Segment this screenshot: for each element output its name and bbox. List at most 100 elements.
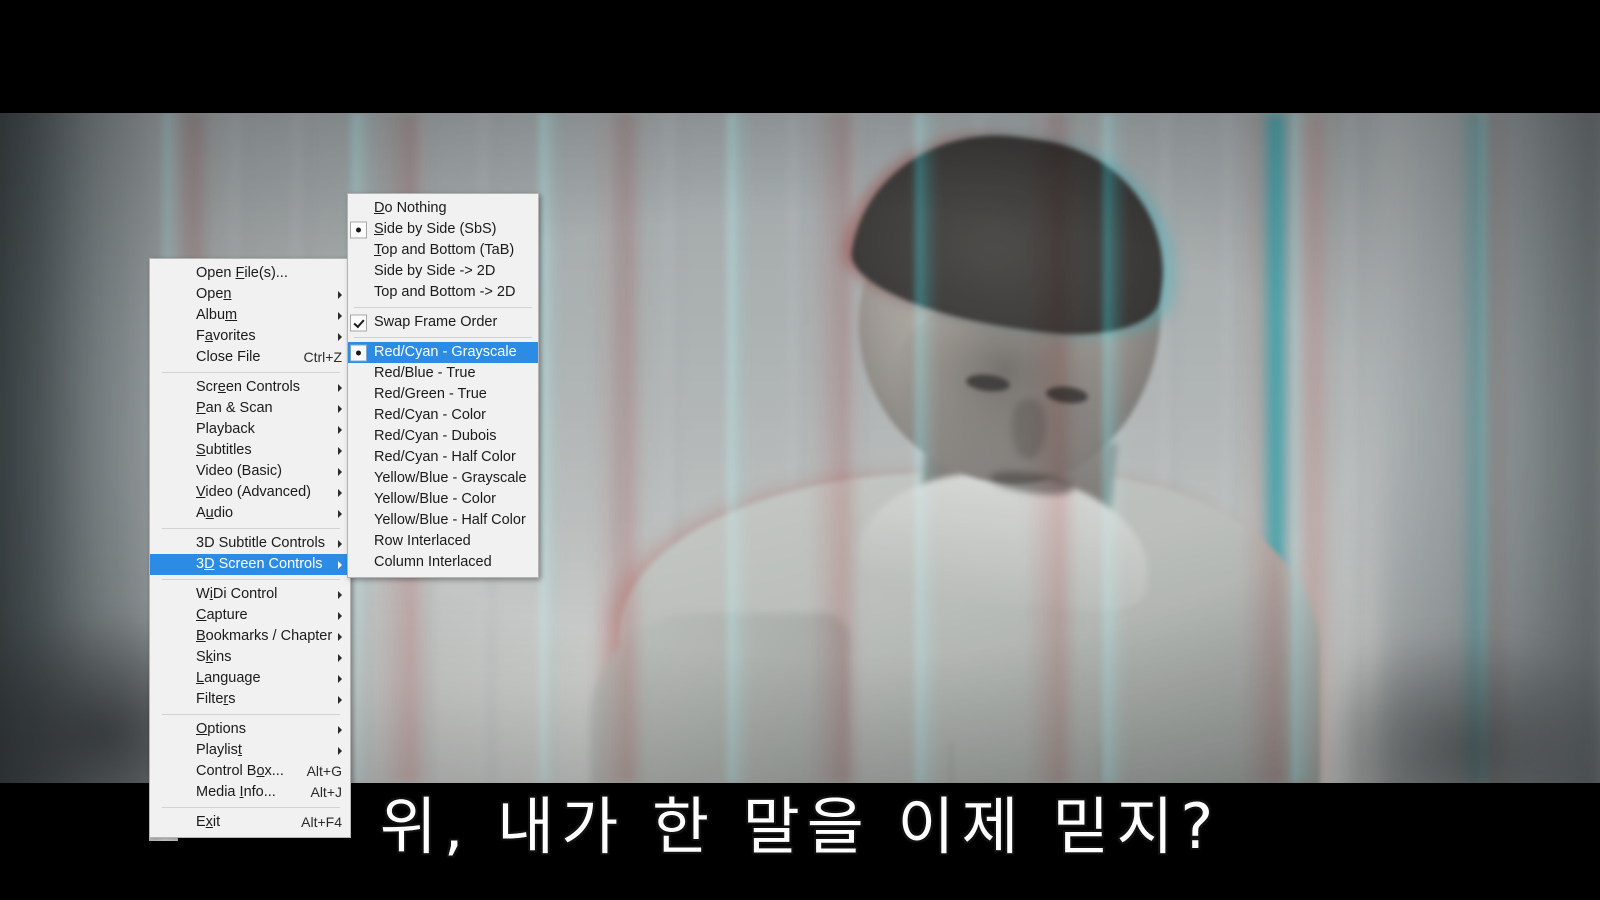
menu-item-label: Options (196, 721, 246, 737)
menu-item-label: Audio (196, 505, 234, 521)
menu-item-side-by-side-2d[interactable]: Side by Side -> 2D (348, 261, 538, 282)
menu-item-open[interactable]: Open (150, 284, 350, 305)
menu-separator (162, 579, 340, 580)
menu-item-shortcut: Alt+J (310, 784, 342, 800)
radio-mark-icon (350, 221, 367, 238)
menu-item-pan-scan[interactable]: Pan & Scan (150, 398, 350, 419)
menu-item-label: Playback (196, 421, 255, 437)
menu-item-shortcut: Alt+F4 (301, 814, 342, 830)
menu-item-red-cyan-half-color[interactable]: Red/Cyan - Half Color (348, 447, 538, 468)
chevron-right-icon (338, 590, 342, 599)
menu-item-label: Side by Side -> 2D (374, 263, 496, 279)
menu-item-label: Album (196, 307, 238, 323)
menu-item-row-interlaced[interactable]: Row Interlaced (348, 531, 538, 552)
menu-item-label: Top and Bottom (TaB) (374, 242, 515, 258)
menu-separator (162, 528, 340, 529)
menu-item-label: Swap Frame Order (374, 314, 498, 330)
menu-item-skins[interactable]: Skins (150, 647, 350, 668)
menu-item-shortcut: Alt+G (306, 763, 342, 779)
menu-item-label: Open File(s)... (196, 265, 288, 281)
menu-item-3d-screen-controls[interactable]: 3D Screen Controls (150, 554, 350, 575)
kmplayer-context-menu[interactable]: Open File(s)... Open Album Favorites Close F… (149, 258, 351, 838)
chevron-right-icon (338, 632, 342, 641)
menu-item-exit[interactable]: Exit Alt+F4 (150, 812, 350, 833)
menu-item-label: Video (Basic) (196, 463, 282, 479)
menu-item-label: Red/Cyan - Grayscale (374, 344, 517, 360)
menu-item-yellow-blue-grayscale[interactable]: Yellow/Blue - Grayscale (348, 468, 538, 489)
menu-item-do-nothing[interactable]: Do Nothing (348, 198, 538, 219)
menu-item-label: Open (196, 286, 232, 302)
menu-item-open-file-s[interactable]: Open File(s)... (150, 263, 350, 284)
menu-item-label: Capture (196, 607, 248, 623)
chevron-right-icon (338, 383, 342, 392)
menu-item-swap-frame-order[interactable]: Swap Frame Order (348, 312, 538, 333)
menu-item-label: Favorites (196, 328, 256, 344)
menu-item-label: Filters (196, 691, 236, 707)
menu-item-video-advanced[interactable]: Video (Advanced) (150, 482, 350, 503)
menu-item-red-cyan-grayscale[interactable]: Red/Cyan - Grayscale (348, 342, 538, 363)
menu-item-close-file[interactable]: Close File Ctrl+Z (150, 347, 350, 368)
3d-screen-controls-submenu[interactable]: Do Nothing Side by Side (SbS) Top and Bott… (347, 193, 539, 578)
menu-item-label: Red/Blue - True (374, 365, 476, 381)
menu-item-label: Playlist (196, 742, 242, 758)
menu-item-label: Pan & Scan (196, 400, 273, 416)
menu-item-subtitles[interactable]: Subtitles (150, 440, 350, 461)
menu-item-media-info[interactable]: Media Info... Alt+J (150, 782, 350, 803)
menu-item-label: Screen Controls (196, 379, 300, 395)
chevron-right-icon (338, 560, 342, 569)
menu-item-favorites[interactable]: Favorites (150, 326, 350, 347)
menu-item-widi-control[interactable]: WiDi Control (150, 584, 350, 605)
menu-item-3d-subtitle-controls[interactable]: 3D Subtitle Controls (150, 533, 350, 554)
menu-item-screen-controls[interactable]: Screen Controls (150, 377, 350, 398)
menu-item-label: Yellow/Blue - Half Color (374, 512, 526, 528)
menu-item-capture[interactable]: Capture (150, 605, 350, 626)
chevron-right-icon (338, 488, 342, 497)
menu-item-shortcut: Ctrl+Z (303, 349, 343, 365)
menu-item-label: 3D Screen Controls (196, 556, 323, 572)
menu-item-video-basic[interactable]: Video (Basic) (150, 461, 350, 482)
menu-item-label: Close File (196, 349, 261, 365)
menu-item-label: Yellow/Blue - Grayscale (374, 470, 527, 486)
menu-item-playback[interactable]: Playback (150, 419, 350, 440)
chevron-right-icon (338, 311, 342, 320)
menu-item-control-box[interactable]: Control Box... Alt+G (150, 761, 350, 782)
menu-item-red-green-true[interactable]: Red/Green - True (348, 384, 538, 405)
menu-item-side-by-side-sbs[interactable]: Side by Side (SbS) (348, 219, 538, 240)
menu-item-label: Red/Green - True (374, 386, 487, 402)
menu-item-label: 3D Subtitle Controls (196, 535, 325, 551)
chevron-right-icon (338, 746, 342, 755)
menu-separator (354, 337, 532, 338)
menu-item-top-and-bottom-tab[interactable]: Top and Bottom (TaB) (348, 240, 538, 261)
menu-item-label: WiDi Control (196, 586, 278, 602)
chevron-right-icon (338, 290, 342, 299)
menu-item-playlist[interactable]: Playlist (150, 740, 350, 761)
menu-separator (162, 372, 340, 373)
menu-item-label: Media Info... (196, 784, 276, 800)
menu-item-label: Bookmarks / Chapter (196, 628, 333, 644)
menu-item-label: Red/Cyan - Half Color (374, 449, 516, 465)
chevron-right-icon (338, 332, 342, 341)
menu-item-column-interlaced[interactable]: Column Interlaced (348, 552, 538, 573)
menu-item-top-and-bottom-2d[interactable]: Top and Bottom -> 2D (348, 282, 538, 303)
menu-item-bookmarks-chapter[interactable]: Bookmarks / Chapter (150, 626, 350, 647)
menu-item-language[interactable]: Language (150, 668, 350, 689)
chevron-right-icon (338, 611, 342, 620)
menu-item-label: Subtitles (196, 442, 252, 458)
menu-item-yellow-blue-color[interactable]: Yellow/Blue - Color (348, 489, 538, 510)
menu-item-audio[interactable]: Audio (150, 503, 350, 524)
chevron-right-icon (338, 446, 342, 455)
menu-item-red-cyan-dubois[interactable]: Red/Cyan - Dubois (348, 426, 538, 447)
letterbox-top (0, 0, 1600, 113)
menu-item-label: Red/Cyan - Color (374, 407, 487, 423)
menu-item-options[interactable]: Options (150, 719, 350, 740)
menu-item-yellow-blue-half-color[interactable]: Yellow/Blue - Half Color (348, 510, 538, 531)
chevron-right-icon (338, 725, 342, 734)
menu-item-label: Control Box... (196, 763, 284, 779)
menu-item-label: Yellow/Blue - Color (374, 491, 496, 507)
menu-item-red-cyan-color[interactable]: Red/Cyan - Color (348, 405, 538, 426)
menu-separator (354, 307, 532, 308)
chevron-right-icon (338, 467, 342, 476)
menu-item-filters[interactable]: Filters (150, 689, 350, 710)
menu-item-album[interactable]: Album (150, 305, 350, 326)
menu-item-red-blue-true[interactable]: Red/Blue - True (348, 363, 538, 384)
